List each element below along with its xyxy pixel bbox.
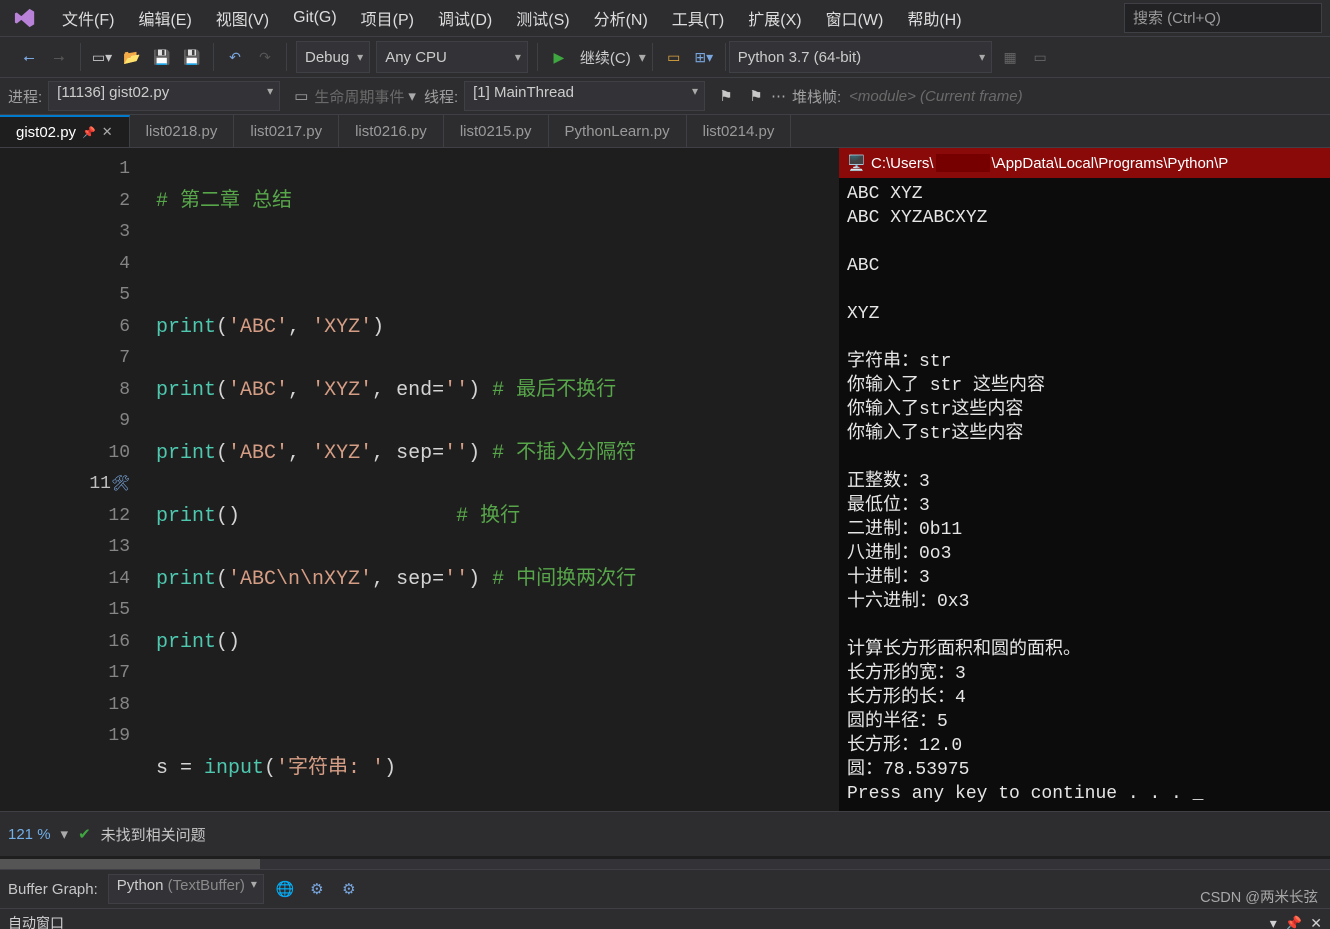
menu-help[interactable]: 帮助(H)	[895, 2, 973, 34]
zoom-level[interactable]: 121 %	[8, 826, 51, 843]
menu-view[interactable]: 视图(V)	[204, 2, 281, 34]
undo-button[interactable]: ↶	[222, 44, 248, 70]
autos-title-label: 自动窗口	[8, 913, 64, 929]
code-body[interactable]: # 第二章 总结 print('ABC', 'XYZ') print('ABC'…	[146, 148, 839, 811]
menu-tools[interactable]: 工具(T)	[660, 2, 736, 34]
buffer-label: Buffer Graph:	[8, 881, 98, 898]
screwdriver-icon[interactable]: 🛠	[111, 476, 130, 493]
tab-list0214[interactable]: list0214.py	[687, 115, 792, 147]
process-label: 进程:	[8, 86, 42, 107]
lifecycle-label: 生命周期事件	[314, 86, 404, 107]
save-all-button[interactable]: 💾	[179, 44, 205, 70]
code-editor[interactable]: 1234567891011🛠1213141516171819 # 第二章 总结 …	[0, 148, 839, 811]
terminal-panel: 🖥️ C:\Users\\AppData\Local\Programs\Pyth…	[839, 148, 1330, 811]
close-icon[interactable]: ✕	[1310, 915, 1322, 929]
buffer-bar: Buffer Graph: Python (TextBuffer) 🌐 ⚙ ⚙	[0, 869, 1330, 908]
save-button[interactable]: 💾	[149, 44, 175, 70]
back-button[interactable]: ⭠	[16, 44, 42, 70]
globe-icon[interactable]: 🌐	[274, 878, 296, 900]
tab-list0217[interactable]: list0217.py	[234, 115, 339, 147]
flag-icon[interactable]: ⚑	[713, 83, 739, 109]
debug-toolbar: 进程: [11136] gist02.py ▭ 生命周期事件 ▾ 线程: [1]…	[0, 78, 1330, 115]
search-input[interactable]: 搜索 (Ctrl+Q)	[1124, 3, 1322, 33]
thread-dropdown[interactable]: [1] MainThread	[464, 81, 705, 111]
grid-icon[interactable]: ▦	[997, 44, 1023, 70]
python-interpreter-dropdown[interactable]: Python 3.7 (64-bit)	[729, 41, 992, 73]
terminal-title: 🖥️ C:\Users\\AppData\Local\Programs\Pyth…	[839, 148, 1330, 178]
horizontal-scrollbar[interactable]	[0, 859, 1330, 869]
window-icon[interactable]: ▭	[1027, 44, 1053, 70]
close-icon[interactable]: ✕	[102, 124, 113, 140]
platform-dropdown[interactable]: Any CPU	[376, 41, 528, 73]
new-item-button[interactable]: ▭▾	[89, 44, 115, 70]
menu-test[interactable]: 测试(S)	[504, 2, 581, 34]
menu-edit[interactable]: 编辑(E)	[126, 2, 203, 34]
layout-icon[interactable]: ⊞▾	[691, 44, 717, 70]
graph2-icon[interactable]: ⚙	[338, 878, 360, 900]
tab-gist02[interactable]: gist02.py📌✕	[0, 115, 130, 147]
configuration-dropdown[interactable]: Debug	[296, 41, 370, 73]
tab-pythonlearn[interactable]: PythonLearn.py	[549, 115, 687, 147]
chevron-down-icon[interactable]: ▾	[639, 49, 646, 66]
check-icon: ✔	[78, 825, 91, 843]
menu-file[interactable]: 文件(F)	[50, 2, 126, 34]
redo-button: ↷	[252, 44, 278, 70]
watermark: CSDN @两米长弦	[1200, 886, 1318, 907]
menu-bar: 文件(F) 编辑(E) 视图(V) Git(G) 项目(P) 调试(D) 测试(…	[0, 0, 1330, 37]
main-area: 1234567891011🛠1213141516171819 # 第二章 总结 …	[0, 148, 1330, 811]
process-dropdown[interactable]: [11136] gist02.py	[48, 81, 280, 111]
stackframe-label: 堆栈帧:	[792, 86, 841, 107]
issues-label: 未找到相关问题	[101, 824, 206, 845]
flag2-icon[interactable]: ⚑	[743, 83, 769, 109]
open-file-button[interactable]: 📂	[119, 44, 145, 70]
continue-button[interactable]: ▶	[546, 44, 572, 70]
redacted-username	[936, 154, 990, 172]
buffer-dropdown[interactable]: Python (TextBuffer)	[108, 874, 264, 904]
menu-debug[interactable]: 调试(D)	[426, 2, 504, 34]
continue-label[interactable]: 继续(C)	[574, 47, 637, 68]
tab-list0218[interactable]: list0218.py	[130, 115, 235, 147]
terminal-output[interactable]: ABC XYZ ABC XYZABCXYZ ABC XYZ 字符串：str 你输…	[839, 178, 1330, 811]
pin-icon[interactable]: 📌	[82, 126, 96, 139]
menu-analyze[interactable]: 分析(N)	[582, 2, 660, 34]
dropdown-icon[interactable]: ▾	[1270, 915, 1277, 929]
forward-button: ⭢	[46, 44, 72, 70]
pin-icon[interactable]: 📌	[1285, 915, 1302, 929]
folder-icon[interactable]: ▭	[661, 44, 687, 70]
editor-status-bar: 121 % ▾ ✔ 未找到相关问题	[0, 811, 1330, 856]
tab-list0215[interactable]: list0215.py	[444, 115, 549, 147]
autos-window: 自动窗口 ▾📌✕ 搜索(Ctrl+E) ▾ ← → 搜索深度: 3	[0, 908, 1330, 929]
menu-window[interactable]: 窗口(W)	[814, 2, 896, 34]
menu-extensions[interactable]: 扩展(X)	[736, 2, 813, 34]
graph1-icon[interactable]: ⚙	[306, 878, 328, 900]
menu-project[interactable]: 项目(P)	[349, 2, 426, 34]
tab-list0216[interactable]: list0216.py	[339, 115, 444, 147]
main-toolbar: ⭠ ⭢ ▭▾ 📂 💾 💾 ↶ ↷ Debug Any CPU ▶ 继续(C) ▾…	[0, 37, 1330, 78]
line-gutter: 1234567891011🛠1213141516171819	[0, 148, 146, 811]
menu-git[interactable]: Git(G)	[281, 5, 349, 31]
vs-logo-icon	[14, 7, 36, 29]
terminal-icon: 🖥️	[847, 154, 865, 172]
stackframe-value: <module> (Current frame)	[849, 88, 1022, 105]
thread-label: 线程:	[424, 86, 458, 107]
editor-tabs: gist02.py📌✕ list0218.py list0217.py list…	[0, 115, 1330, 148]
